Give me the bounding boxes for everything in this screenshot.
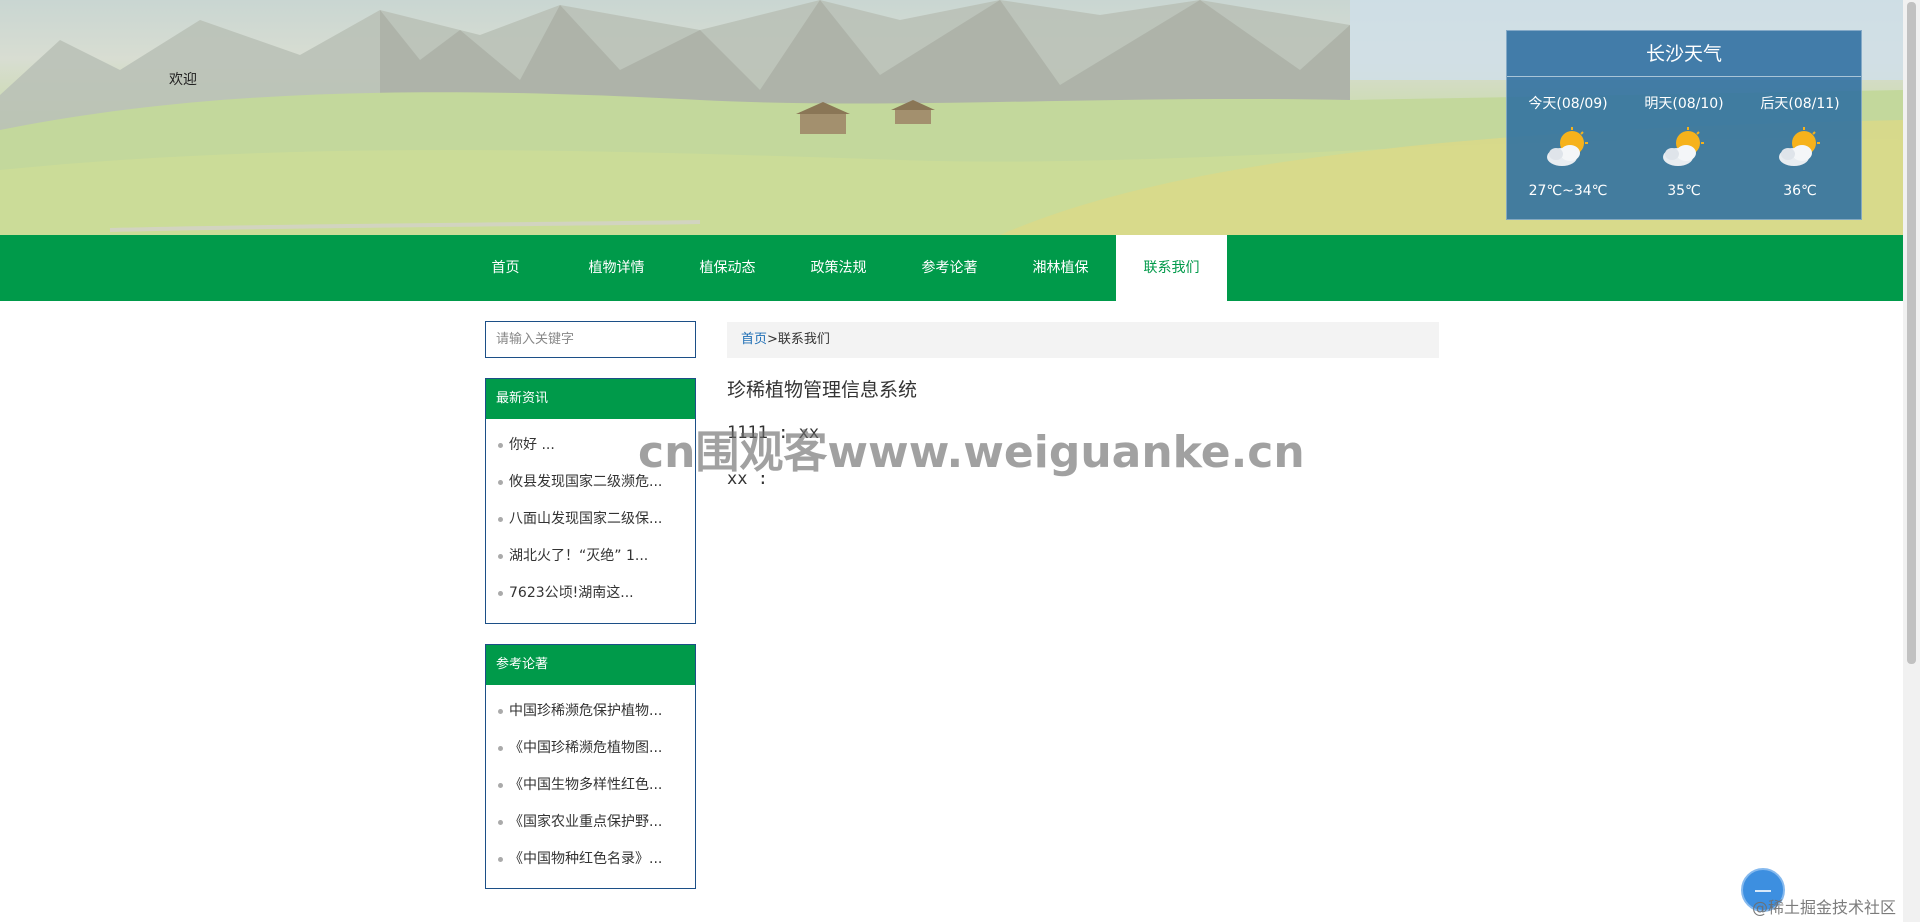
list-item-label: 你好 ... — [509, 437, 555, 453]
nav-items: 首页 植物详情 植保动态 政策法规 参考论著 湘林植保 联系我们 — [450, 235, 1227, 301]
partly-cloudy-sun-icon — [1660, 127, 1708, 171]
breadcrumb-separator: > — [767, 332, 778, 347]
bullet-icon — [498, 480, 503, 485]
weather-day-temp: 27℃~34℃ — [1528, 183, 1608, 199]
bullet-icon — [498, 554, 503, 559]
list-item-label: 《国家农业重点保护野... — [509, 814, 663, 830]
nav-item-plant-details[interactable]: 植物详情 — [561, 235, 672, 301]
list-item-label: 湖北火了！“灭绝” 1... — [509, 548, 649, 564]
weather-day-label: 后天(08/11) — [1760, 96, 1840, 112]
weather-day-label: 明天(08/10) — [1644, 96, 1724, 112]
reference-works-panel: 参考论著 中国珍稀濒危保护植物... 《中国珍稀濒危植物图... 《中国生物多样… — [485, 644, 696, 889]
list-item[interactable]: 中国珍稀濒危保护植物... — [486, 693, 695, 730]
bullet-icon — [498, 857, 503, 862]
latest-news-title: 最新资讯 — [486, 379, 695, 419]
search-input[interactable] — [485, 321, 696, 358]
nav-item-xianglin[interactable]: 湘林植保 — [1005, 235, 1116, 301]
latest-news-panel: 最新资讯 你好 ... 攸县发现国家二级濒危... 八面山发现国家二级保... … — [485, 378, 696, 624]
list-item[interactable]: 你好 ... — [486, 427, 695, 464]
weather-day-today: 今天(08/09) 27℃~34℃ — [1513, 77, 1623, 199]
latest-news-list: 你好 ... 攸县发现国家二级濒危... 八面山发现国家二级保... 湖北火了！… — [486, 419, 695, 616]
nav-item-protection-news[interactable]: 植保动态 — [672, 235, 783, 301]
reference-works-list: 中国珍稀濒危保护植物... 《中国珍稀濒危植物图... 《中国生物多样性红色..… — [486, 685, 695, 882]
weather-day-label: 今天(08/09) — [1528, 96, 1608, 112]
weather-widget: 长沙天气 今天(08/09) 27℃~34℃ 明天(08/10) 35℃ 后天(… — [1506, 30, 1862, 220]
breadcrumb-current: 联系我们 — [777, 332, 830, 347]
vertical-scrollbar[interactable] — [1903, 0, 1920, 922]
list-item[interactable]: 湖北火了！“灭绝” 1... — [486, 538, 695, 575]
breadcrumb-home-link[interactable]: 首页 — [741, 332, 767, 347]
breadcrumb: 首页>联系我们 — [727, 322, 1439, 358]
page-title: 珍稀植物管理信息系统 — [727, 379, 918, 401]
reference-works-title: 参考论著 — [486, 645, 695, 685]
list-item[interactable]: 攸县发现国家二级濒危... — [486, 464, 695, 501]
content-line-2: xx : — [727, 469, 768, 489]
weather-forecast: 今天(08/09) 27℃~34℃ 明天(08/10) 35℃ 后天(08/11… — [1507, 77, 1861, 199]
content-line-1: 1111 : xx — [727, 423, 820, 443]
weather-title: 长沙天气 — [1507, 31, 1861, 77]
bullet-icon — [498, 820, 503, 825]
main-nav: 首页 植物详情 植保动态 政策法规 参考论著 湘林植保 联系我们 — [0, 235, 1903, 301]
bullet-icon — [498, 591, 503, 596]
list-item-label: 《中国珍稀濒危植物图... — [509, 740, 663, 756]
credit-watermark: @稀土掘金技术社区 — [1752, 898, 1897, 917]
weather-day-tomorrow: 明天(08/10) 35℃ — [1629, 77, 1739, 199]
weather-day-after-tomorrow: 后天(08/11) 36℃ — [1745, 77, 1855, 199]
bullet-icon — [498, 746, 503, 751]
partly-cloudy-sun-icon — [1776, 127, 1824, 171]
weather-day-temp: 35℃ — [1667, 183, 1701, 199]
nav-item-policies[interactable]: 政策法规 — [783, 235, 894, 301]
list-item-label: 《中国物种红色名录》... — [509, 851, 663, 867]
list-item-label: 攸县发现国家二级濒危... — [509, 474, 663, 490]
list-item[interactable]: 7623公顷!湖南这... — [486, 575, 695, 612]
list-item[interactable]: 《国家农业重点保护野... — [486, 804, 695, 841]
list-item-label: 中国珍稀濒危保护植物... — [509, 703, 663, 719]
weather-day-temp: 36℃ — [1783, 183, 1817, 199]
list-item[interactable]: 《中国珍稀濒危植物图... — [486, 730, 695, 767]
list-item-label: 八面山发现国家二级保... — [509, 511, 663, 527]
list-item-label: 《中国生物多样性红色... — [509, 777, 663, 793]
bullet-icon — [498, 709, 503, 714]
list-item[interactable]: 《中国物种红色名录》... — [486, 841, 695, 878]
bullet-icon — [498, 443, 503, 448]
list-item[interactable]: 八面山发现国家二级保... — [486, 501, 695, 538]
bullet-icon — [498, 783, 503, 788]
bullet-icon — [498, 517, 503, 522]
partly-cloudy-sun-icon — [1544, 127, 1592, 171]
nav-item-home[interactable]: 首页 — [450, 235, 561, 301]
list-item[interactable]: 《中国生物多样性红色... — [486, 767, 695, 804]
nav-item-references[interactable]: 参考论著 — [894, 235, 1005, 301]
nav-item-contact[interactable]: 联系我们 — [1116, 235, 1227, 301]
scrollbar-thumb[interactable] — [1907, 2, 1916, 664]
list-item-label: 7623公顷!湖南这... — [509, 585, 634, 601]
welcome-text: 欢迎 — [169, 72, 197, 88]
